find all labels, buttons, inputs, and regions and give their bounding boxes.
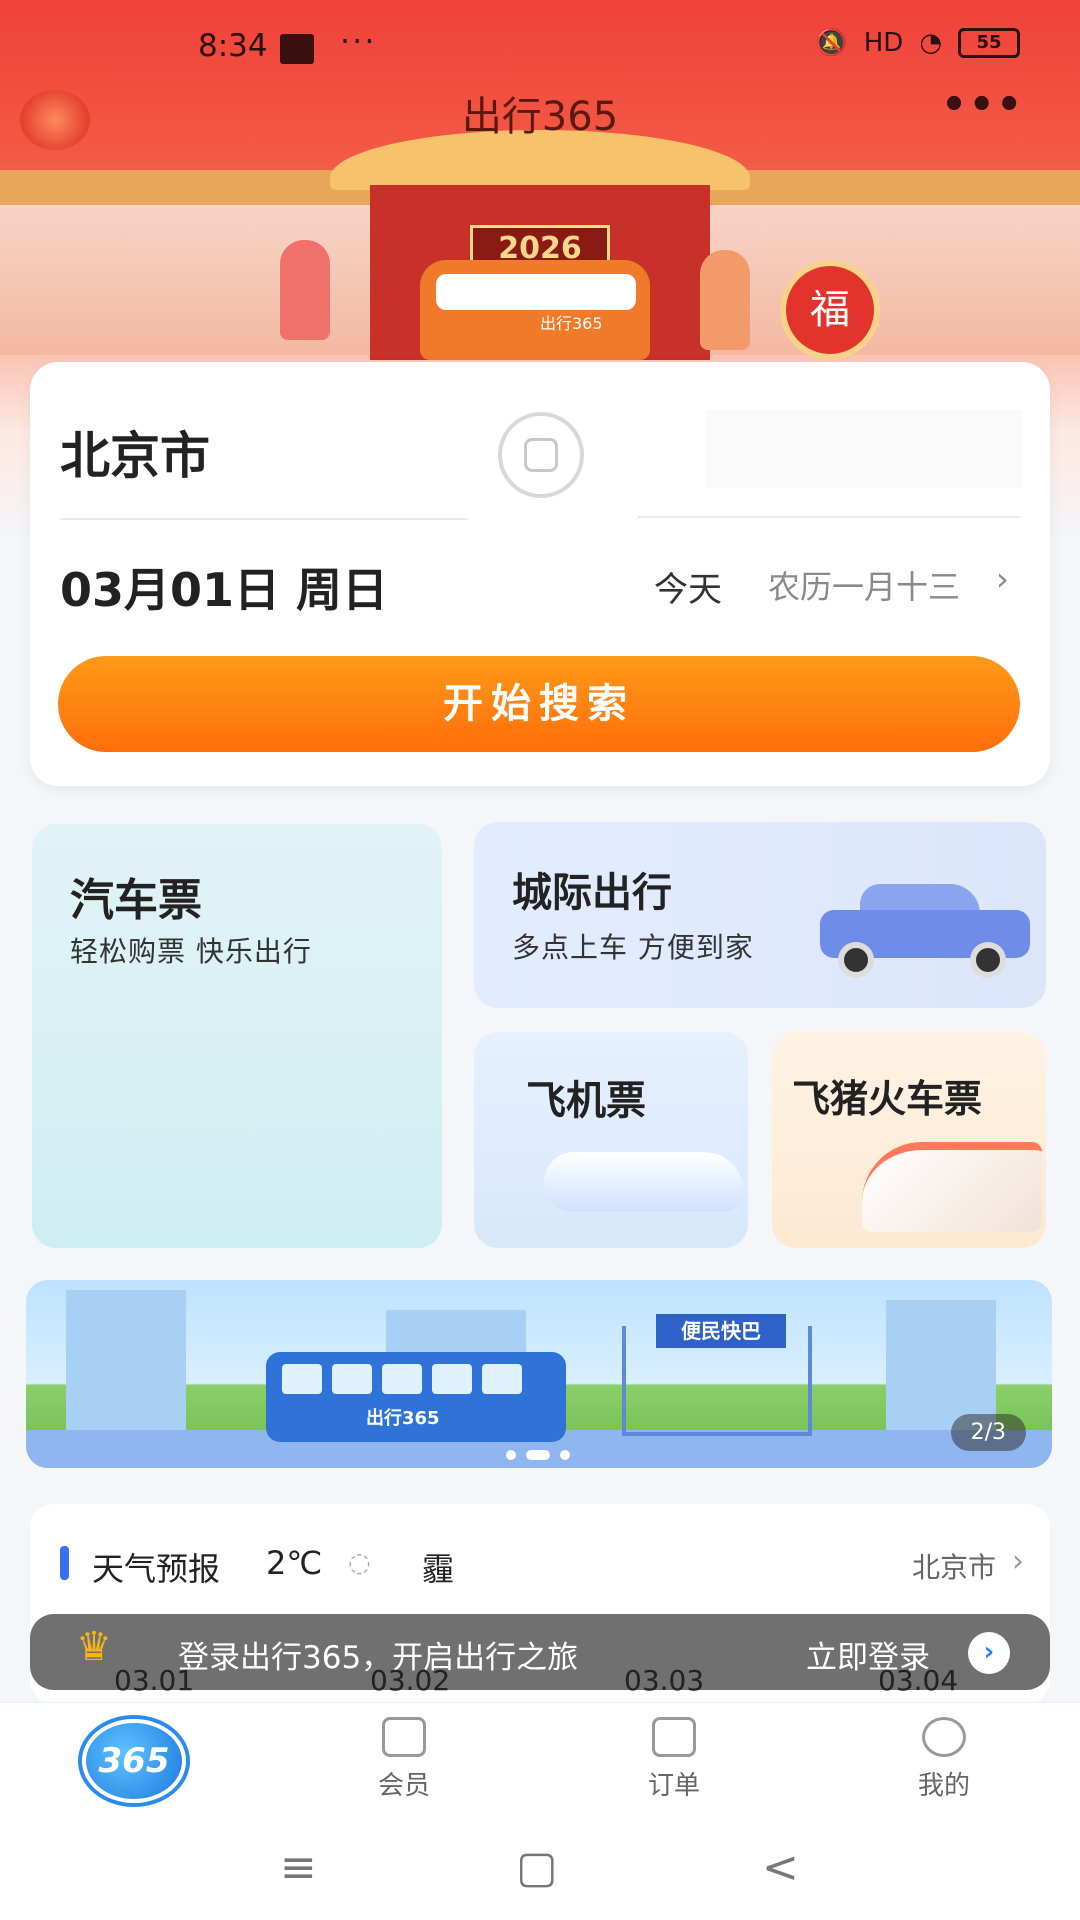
bus-illustration: 出行365 <box>266 1352 566 1442</box>
haze-icon: ◌ <box>348 1548 371 1578</box>
weather-city[interactable]: 北京市 <box>912 1546 996 1586</box>
to-city-field[interactable] <box>706 410 1022 488</box>
forecast-date: 03.03 <box>624 1664 705 1697</box>
bus-swap-icon <box>524 438 558 472</box>
lunar-date[interactable]: 农历一月十三 <box>768 562 960 608</box>
car-icon <box>820 880 1030 978</box>
signal-icon: HD <box>863 28 904 58</box>
forecast-date: 03.01 <box>114 1664 195 1697</box>
battery-icon: 55 <box>958 28 1020 58</box>
from-city[interactable]: 北京市 <box>60 416 210 488</box>
tile-title: 汽车票 <box>70 875 202 926</box>
mute-icon: 🔕 <box>815 28 848 58</box>
tab-mine[interactable]: 我的 <box>874 1703 1014 1819</box>
weather-condition: 霾 <box>422 1550 455 1588</box>
order-list-icon <box>652 1717 696 1757</box>
forecast-dates: 03.01 03.02 03.03 03.04 <box>0 1664 1080 1700</box>
tile-subtitle: 多点上车 方便到家 <box>512 931 754 964</box>
forecast-date: 03.02 <box>370 1664 451 1697</box>
divider <box>60 518 468 520</box>
today-label: 今天 <box>654 570 722 610</box>
system-nav-bar: ≡ ▢ < <box>0 1818 1080 1920</box>
stop-sign: 便民快巴 <box>656 1314 786 1348</box>
intercity-tile[interactable]: 城际出行 多点上车 方便到家 <box>474 822 1046 1008</box>
status-time: 8:34 <box>198 28 268 64</box>
flight-tile[interactable]: 飞机票 <box>474 1032 748 1248</box>
bus-ticket-tile[interactable]: 汽车票 轻松购票 快乐出行 <box>32 824 442 1248</box>
promo-carousel[interactable]: 出行365 便民快巴 2/3 <box>26 1280 1052 1468</box>
tab-member[interactable]: 会员 <box>334 1703 474 1819</box>
divider <box>638 516 1020 518</box>
notification-icon <box>280 34 314 64</box>
search-button[interactable]: 开始搜索 <box>58 656 1020 752</box>
page-title: 出行365 <box>461 94 619 140</box>
tile-subtitle: 轻松购票 快乐出行 <box>70 935 312 968</box>
bus-stop-illustration: 便民快巴 <box>622 1314 812 1436</box>
menu-icon[interactable]: ≡ <box>280 1842 317 1893</box>
tile-title: 城际出行 <box>512 870 672 916</box>
tile-title: 飞猪火车票 <box>792 1077 983 1121</box>
status-more-icon: ··· <box>340 22 377 60</box>
swap-cities-button[interactable] <box>498 412 584 498</box>
section-marker <box>60 1546 69 1580</box>
bus-illustration: 出行365 <box>420 260 650 360</box>
tile-title: 飞机票 <box>526 1078 646 1124</box>
train-icon <box>862 1142 1042 1232</box>
departure-date[interactable]: 03月01日 周日 <box>60 554 388 620</box>
kid-illustration <box>700 250 750 350</box>
wifi-icon: ◔ <box>919 28 942 58</box>
forecast-date: 03.04 <box>878 1664 959 1697</box>
smiley-icon <box>922 1717 966 1757</box>
train-tile[interactable]: 飞猪火车票 <box>772 1032 1046 1248</box>
search-card: 北京市 03月01日 周日 今天 农历一月十三 › 开始搜索 <box>30 362 1050 786</box>
bottom-tab-bar: 365 会员 订单 我的 <box>0 1702 1080 1818</box>
basket-icon <box>382 1717 426 1757</box>
weather-title: 天气预报 <box>92 1550 221 1588</box>
chevron-right-icon[interactable]: › <box>996 560 1009 598</box>
status-bar: 8:34 ··· 🔕 HD ◔ 55 <box>0 0 1080 96</box>
more-menu-icon[interactable]: ••• <box>941 82 1024 128</box>
carousel-pager: 2/3 <box>950 1414 1026 1451</box>
airplane-icon <box>544 1152 744 1212</box>
home-logo-tab[interactable]: 365 <box>82 1719 186 1803</box>
home-icon[interactable]: ▢ <box>516 1842 558 1893</box>
chevron-right-icon[interactable]: › <box>1012 1544 1024 1579</box>
back-icon[interactable]: < <box>762 1842 799 1893</box>
building-decoration <box>66 1290 186 1440</box>
drum-icon: 福 <box>780 260 880 360</box>
weather-temperature: 2℃ <box>266 1544 323 1582</box>
tab-orders[interactable]: 订单 <box>604 1703 744 1819</box>
carousel-dots <box>506 1450 570 1460</box>
kid-illustration <box>280 240 330 340</box>
